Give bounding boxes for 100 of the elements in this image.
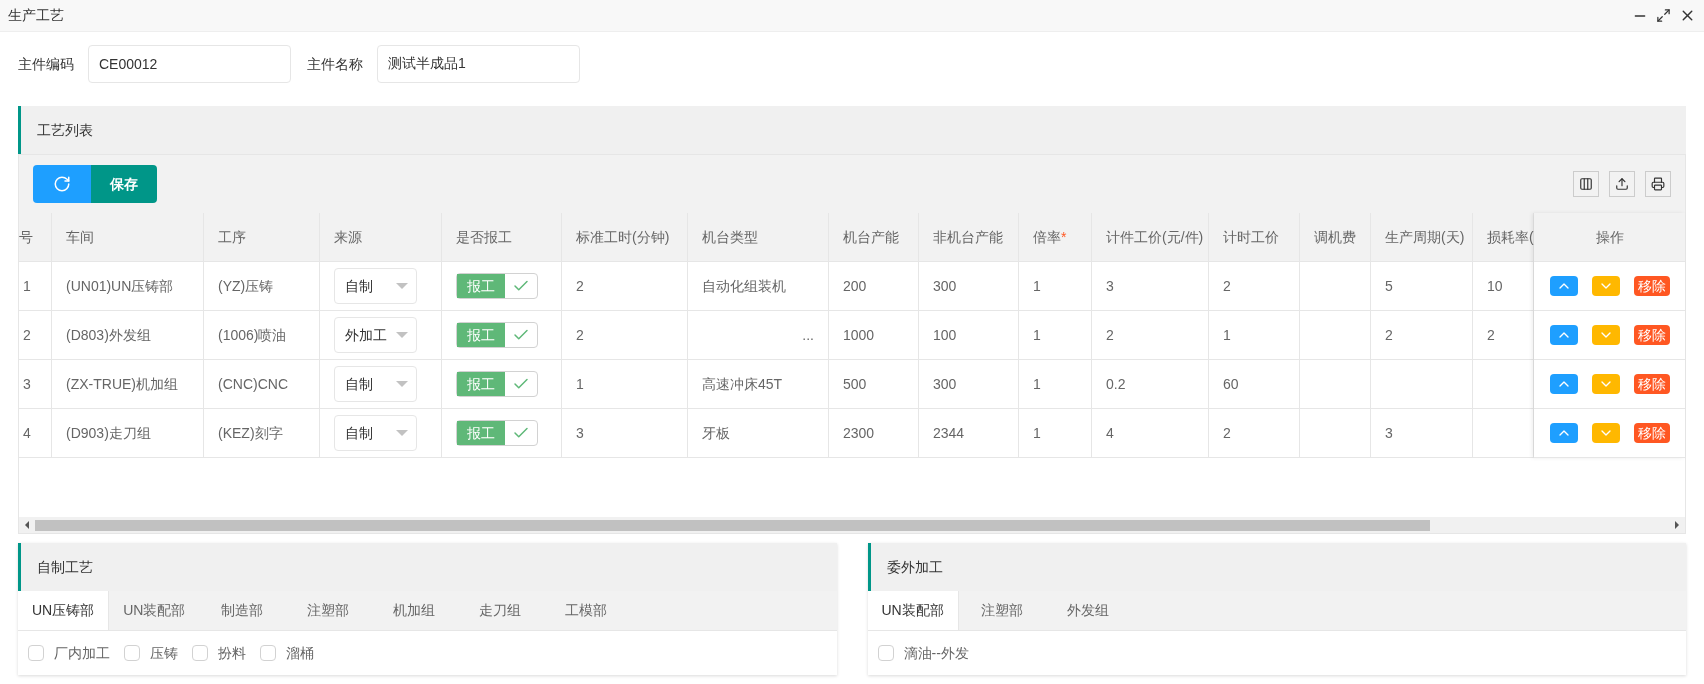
tab[interactable]: 工模部: [543, 591, 630, 630]
table-cell: 5: [1371, 262, 1473, 311]
column-header: 来源: [334, 227, 362, 247]
remove-button[interactable]: 移除: [1633, 374, 1670, 394]
scroll-right-arrow-icon[interactable]: [1675, 521, 1679, 529]
table-cell: 500: [829, 360, 919, 409]
move-down-button[interactable]: [1591, 325, 1620, 345]
checkbox-label: 厂内加工: [54, 643, 110, 663]
table-cell: 2344: [919, 409, 1019, 458]
checkbox-label: 扮料: [218, 643, 246, 663]
checkbox[interactable]: [260, 645, 276, 661]
table-cell: 1: [1019, 262, 1092, 311]
table-cell: 0.2: [1092, 360, 1209, 409]
export-button[interactable]: [1609, 171, 1635, 197]
tab[interactable]: 机加组: [371, 591, 458, 630]
field-label: 主件名称: [307, 54, 363, 74]
dropdown-caret-icon: [396, 381, 408, 387]
checkbox[interactable]: [28, 645, 44, 661]
table-cell: 100: [919, 311, 1019, 360]
move-up-button[interactable]: [1549, 325, 1578, 345]
window-title: 生产工艺: [8, 6, 64, 25]
table-cell: 3: [1092, 262, 1209, 311]
column-header: 损耗率(: [1487, 227, 1534, 247]
column-header: 生产周期(天): [1385, 227, 1465, 247]
table-cell: ...: [688, 311, 829, 360]
printer-icon: [1651, 177, 1665, 191]
panel-title: 自制工艺: [37, 557, 93, 577]
column-header: 调机费: [1314, 227, 1356, 247]
tab[interactable]: UN装配部: [867, 591, 959, 630]
table-cell: 2: [1371, 311, 1473, 360]
checkbox-label: 溜桶: [286, 643, 314, 663]
tab[interactable]: 注塑部: [958, 591, 1045, 630]
column-header: 计时工价: [1223, 227, 1279, 247]
table-cell: (CNC)CNC: [204, 360, 320, 409]
table-cell: (UN01)UN压铸部: [52, 262, 204, 311]
remove-button[interactable]: 移除: [1633, 276, 1670, 296]
source-select[interactable]: 自制: [334, 268, 417, 304]
checkbox[interactable]: [192, 645, 208, 661]
column-header: 是否报工: [456, 227, 512, 247]
source-select[interactable]: 自制: [334, 366, 417, 402]
table-cell: (ZX-TRUE)机加组: [52, 360, 204, 409]
table-cell: 1: [1019, 360, 1092, 409]
checkbox[interactable]: [877, 645, 894, 661]
tab[interactable]: 外发组: [1044, 591, 1131, 630]
columns-button[interactable]: [1573, 171, 1599, 197]
checkbox-label: 滴油--外发: [903, 643, 969, 663]
input-field[interactable]: 测试半成品1: [377, 45, 580, 83]
maximize-icon[interactable]: [1656, 8, 1671, 23]
panel-title: 委外加工: [886, 557, 943, 577]
tab[interactable]: 注塑部: [285, 591, 372, 630]
move-up-button[interactable]: [1549, 423, 1578, 443]
column-header: 非机台产能: [933, 227, 1003, 247]
table-cell: 1: [19, 262, 52, 311]
table-cell: 2: [1092, 311, 1209, 360]
column-header: 操作: [1595, 227, 1624, 247]
input-field[interactable]: CE00012: [88, 45, 291, 83]
tab[interactable]: UN装配部: [109, 591, 200, 630]
move-down-button[interactable]: [1591, 374, 1620, 394]
column-header: 倍率*: [1033, 227, 1067, 247]
table-cell: 1: [1019, 311, 1092, 360]
move-up-button[interactable]: [1549, 374, 1578, 394]
tab[interactable]: 制造部: [199, 591, 286, 630]
table-cell: 2: [562, 311, 688, 360]
export-icon: [1615, 177, 1629, 191]
move-up-button[interactable]: [1549, 276, 1578, 296]
table-cell: 高速冲床45T: [688, 360, 829, 409]
table-cell: 300: [919, 262, 1019, 311]
table-cell: [1300, 409, 1371, 458]
dropdown-caret-icon: [396, 332, 408, 338]
tab[interactable]: 走刀组: [457, 591, 544, 630]
refresh-icon: [53, 175, 71, 193]
column-header: 标准工时(分钟): [576, 227, 670, 247]
table-cell: 2: [562, 262, 688, 311]
table-cell: (D903)走刀组: [52, 409, 204, 458]
horizontal-scrollbar[interactable]: [19, 517, 1685, 533]
scroll-left-arrow-icon[interactable]: [25, 521, 29, 529]
refresh-button[interactable]: [33, 165, 91, 203]
table-cell: 3: [1371, 409, 1473, 458]
scrollbar-thumb[interactable]: [35, 519, 1430, 531]
required-mark: *: [1061, 228, 1067, 245]
move-down-button[interactable]: [1591, 276, 1620, 296]
checkbox[interactable]: [124, 645, 140, 661]
table-cell: (KEZ)刻字: [204, 409, 320, 458]
columns-icon: [1579, 177, 1593, 191]
source-select[interactable]: 自制: [334, 415, 417, 451]
print-button[interactable]: [1645, 171, 1671, 197]
table-cell: 自动化组装机: [688, 262, 829, 311]
table-cell: 1: [1019, 409, 1092, 458]
remove-button[interactable]: 移除: [1633, 325, 1670, 345]
table-cell: 60: [1209, 360, 1300, 409]
tab[interactable]: UN压铸部: [18, 591, 110, 630]
source-select[interactable]: 外加工: [334, 317, 417, 353]
table-cell: 1000: [829, 311, 919, 360]
table-cell: 200: [829, 262, 919, 311]
column-header: 车间: [66, 227, 94, 247]
save-button[interactable]: 保存: [91, 165, 157, 203]
table-cell: (YZ)压铸: [204, 262, 320, 311]
move-down-button[interactable]: [1591, 423, 1620, 443]
remove-button[interactable]: 移除: [1633, 423, 1670, 443]
table-cell: 3: [19, 360, 52, 409]
